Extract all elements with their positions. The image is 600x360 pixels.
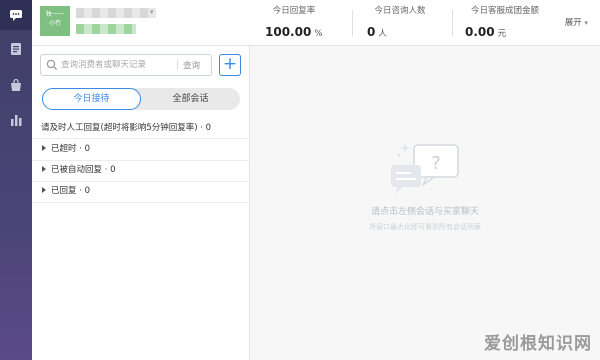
group-pending-reply[interactable]: 请及时人工回复(超时将影响5分钟回复率) · 0 bbox=[32, 118, 250, 139]
search-divider bbox=[177, 60, 178, 70]
svg-text:?: ? bbox=[431, 153, 441, 174]
tab-all-conversations[interactable]: 全部会话 bbox=[141, 88, 240, 110]
list-item[interactable]: 已被自动回复 · 0 bbox=[32, 160, 250, 181]
chat-bubble-icon[interactable] bbox=[0, 0, 32, 30]
search-icon bbox=[46, 59, 58, 71]
list-item[interactable]: 已超时 · 0 bbox=[32, 139, 250, 160]
chat-area-empty: ? 请点击左侧会话与买家聊天 将窗口最大化即可看到所有会话列表 bbox=[250, 46, 600, 360]
search-button[interactable]: 查询 bbox=[183, 59, 200, 71]
expand-button[interactable]: 展开 ▾ bbox=[565, 16, 588, 28]
left-navigation-rail bbox=[0, 0, 32, 360]
empty-state-subtitle: 将窗口最大化即可看到所有会话列表 bbox=[369, 223, 481, 231]
group-replied[interactable]: 已回复 · 0 bbox=[32, 181, 250, 203]
stat-value: 100.00% bbox=[265, 25, 323, 39]
shop-logo[interactable]: 牧一一 小冇 bbox=[40, 6, 70, 36]
caret-right-icon bbox=[42, 187, 46, 193]
caret-right-icon bbox=[42, 166, 46, 172]
empty-chat-illustration-icon: ? bbox=[391, 143, 459, 194]
stat-value: 0人 bbox=[367, 25, 387, 39]
top-header: 牧一一 小冇 ▾ 今日回复率 100.00% 今日咨询人数 0人 今日客服成团金… bbox=[32, 0, 600, 46]
stat-divider bbox=[452, 10, 453, 36]
bar-chart-icon[interactable] bbox=[7, 111, 25, 129]
document-icon[interactable] bbox=[7, 40, 25, 58]
caret-right-icon bbox=[42, 145, 46, 151]
group-auto-replied[interactable]: 已被自动回复 · 0 bbox=[32, 160, 250, 182]
stat-reply-rate: 今日回复率 100.00% bbox=[265, 4, 323, 42]
shop-name-redacted bbox=[76, 8, 156, 18]
stat-consultations: 今日咨询人数 0人 bbox=[367, 4, 433, 42]
shop-caret-icon[interactable]: ▾ bbox=[150, 8, 154, 16]
tab-bar: 全部会话 今日接待 bbox=[42, 88, 240, 110]
list-item[interactable]: 已回复 · 0 bbox=[32, 181, 250, 202]
search-input[interactable] bbox=[61, 58, 171, 72]
stat-label: 今日咨询人数 bbox=[374, 6, 426, 16]
group-header: 请及时人工回复(超时将影响5分钟回复率) · 0 bbox=[41, 123, 212, 133]
add-conversation-button[interactable]: + bbox=[219, 54, 241, 76]
shop-account-redacted bbox=[76, 24, 136, 34]
tab-today-reception[interactable]: 今日接待 bbox=[42, 88, 141, 110]
stat-value: 0.00 元 bbox=[465, 25, 507, 39]
stat-label: 今日客服成团金额 bbox=[470, 6, 539, 16]
stat-label: 今日回复率 bbox=[272, 6, 316, 16]
stat-group-amount: 今日客服成团金额 0.00 元 bbox=[465, 4, 545, 42]
empty-state-title: 请点击左侧会话与买家聊天 bbox=[370, 207, 479, 217]
bag-icon[interactable] bbox=[7, 76, 25, 94]
group-timeout[interactable]: 已超时 · 0 bbox=[32, 139, 250, 161]
stat-divider bbox=[352, 10, 353, 36]
site-watermark: 爱创根知识网 bbox=[484, 334, 592, 354]
conversation-panel: 查询 + 全部会话 今日接待 请及时人工回复(超时将影响5分钟回复率) · 0 … bbox=[32, 46, 250, 360]
shop-logo-text: 牧一一 小冇 bbox=[45, 11, 64, 27]
chevron-down-icon: ▾ bbox=[584, 19, 588, 27]
search-box[interactable]: 查询 bbox=[40, 54, 212, 76]
